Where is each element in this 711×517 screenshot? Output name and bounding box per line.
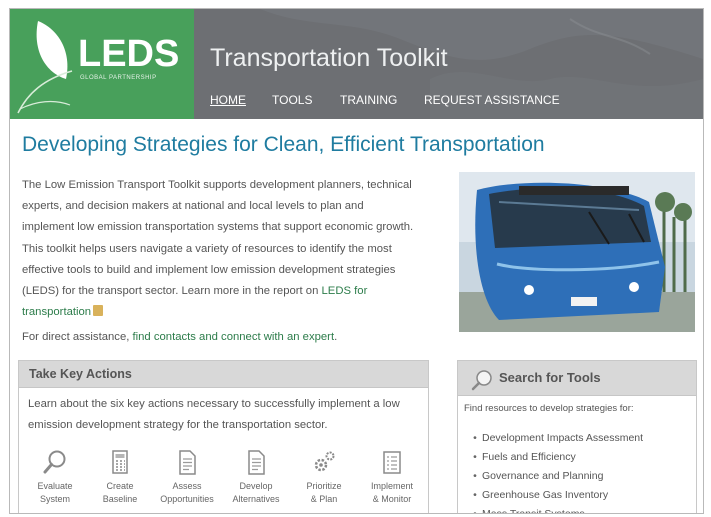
tool-category-item[interactable]: Mass Transit Systems (468, 505, 643, 513)
tool-category-item[interactable]: Greenhouse Gas Inventory (468, 486, 643, 505)
intro-text: The Low Emission Transport Toolkit suppo… (22, 179, 414, 298)
leds-logo[interactable]: LEDS GLOBAL PARTNERSHIP (10, 9, 194, 119)
action-label-line1: Develop (239, 481, 273, 491)
calculator-icon (112, 450, 128, 474)
tool-category-item[interactable]: Development Impacts Assessment (468, 429, 643, 448)
nav-training[interactable]: TRAINING (340, 93, 397, 107)
search-icon[interactable] (470, 369, 494, 396)
action-label-line2: & Plan (310, 494, 338, 504)
action-prioritize-plan[interactable]: Prioritize & Plan (291, 449, 357, 506)
site-header: LEDS GLOBAL PARTNERSHIP Transportation T… (10, 9, 703, 119)
nav-home[interactable]: HOME (210, 93, 246, 107)
action-label-line2: Alternatives (232, 494, 280, 504)
action-evaluate-system[interactable]: Evaluate System (22, 449, 88, 506)
action-label-line2: Opportunities (160, 494, 214, 504)
search-tools-panel: Search for Tools Find resources to devel… (457, 360, 697, 513)
action-assess-opportunities[interactable]: Assess Opportunities (154, 449, 220, 506)
action-label-line1: Implement (370, 481, 414, 491)
key-actions-panel: Take Key Actions Learn about the six key… (18, 360, 429, 513)
logo-subtitle: GLOBAL PARTNERSHIP (80, 75, 157, 81)
tool-category-list: Development Impacts Assessment Fuels and… (468, 429, 643, 513)
gears-icon (314, 451, 335, 472)
page-frame: LEDS GLOBAL PARTNERSHIP Transportation T… (9, 8, 704, 514)
document-icon (179, 450, 196, 475)
search-tools-title: Search for Tools (499, 370, 601, 385)
page-title: Developing Strategies for Clean, Efficie… (22, 133, 545, 156)
tool-category-item[interactable]: Fuels and Efficiency (468, 448, 643, 467)
action-label-line1: Assess (172, 481, 202, 491)
action-label-line1: Prioritize (306, 481, 342, 491)
action-label-line2: & Monitor (372, 494, 412, 504)
assistance-line: For direct assistance, find contacts and… (22, 331, 337, 343)
intro-paragraph: The Low Emission Transport Toolkit suppo… (22, 175, 417, 323)
action-create-baseline[interactable]: Create Baseline (87, 449, 153, 506)
search-tools-header: Search for Tools (458, 361, 696, 396)
magnifier-icon (43, 450, 66, 474)
assist-suffix: . (334, 331, 338, 343)
action-develop-alternatives[interactable]: Develop Alternatives (223, 449, 289, 506)
nav-tools[interactable]: TOOLS (272, 93, 312, 107)
key-actions-title: Take Key Actions (19, 361, 428, 388)
action-label-line1: Create (106, 481, 134, 491)
document-icon (248, 450, 265, 475)
action-label-line2: System (39, 494, 70, 504)
bus-photo (459, 172, 695, 332)
site-title: Transportation Toolkit (210, 44, 448, 72)
action-implement-monitor[interactable]: Implement & Monitor (359, 449, 425, 506)
pdf-icon (93, 305, 104, 317)
nav-request-assistance[interactable]: REQUEST ASSISTANCE (424, 93, 560, 107)
key-actions-description: Learn about the six key actions necessar… (28, 398, 400, 431)
checklist-icon (383, 451, 401, 474)
tool-category-item[interactable]: Governance and Planning (468, 467, 643, 486)
action-label-line1: Evaluate (37, 481, 73, 491)
assist-prefix: For direct assistance, (22, 331, 133, 343)
action-label-line2: Baseline (102, 494, 138, 504)
search-tools-description: Find resources to develop strategies for… (464, 403, 634, 414)
logo-wordmark: LEDS (78, 33, 180, 75)
find-contacts-link[interactable]: find contacts and connect with an expert (133, 331, 335, 343)
